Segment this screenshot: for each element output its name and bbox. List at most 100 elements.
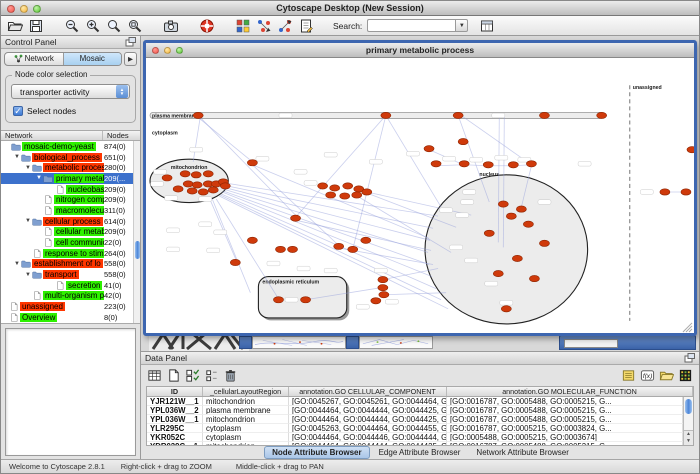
disclosure-triangle-icon[interactable]: ▼	[13, 154, 21, 160]
graph-edge[interactable]	[353, 115, 386, 249]
edit-network-a-icon[interactable]	[256, 18, 272, 34]
table-scrollbar-thumb[interactable]	[685, 399, 692, 414]
network-name[interactable]: primary metabo	[54, 174, 104, 183]
graph-node[interactable]	[681, 189, 691, 195]
network-canvas[interactable]: plasma membrane cytoplasm mitochondrion …	[146, 58, 694, 333]
attribute-row[interactable]: YPL036W__1mitochondrion[GO:0044464, GO:0…	[147, 415, 683, 424]
network-tree-row[interactable]: unassigned223(0)	[1, 301, 140, 312]
cell-molecular-function[interactable]: [GO:0005488, GO:0005215, GO:0003674]	[447, 433, 683, 442]
column-network[interactable]: Network	[1, 131, 103, 140]
graph-node[interactable]	[539, 112, 549, 118]
network-name[interactable]: mosaic-demo-yeast	[22, 142, 96, 151]
disclosure-triangle-icon[interactable]: ▼	[35, 175, 43, 181]
view-close-button[interactable]	[152, 47, 159, 54]
graph-node[interactable]	[483, 162, 493, 168]
network-name[interactable]: unassigned	[20, 302, 65, 311]
node-color-dropdown[interactable]: transporter activity ▲▼	[11, 84, 130, 99]
cell-id[interactable]: YKR052C	[147, 433, 203, 442]
network-name[interactable]: cellular metabol	[54, 227, 104, 236]
graph-node[interactable]	[230, 259, 240, 265]
network-tree-row[interactable]: cellular metabol209(0)	[1, 227, 140, 238]
graph-edge[interactable]	[198, 117, 252, 161]
network-tree-row[interactable]: Overview8(0)	[1, 312, 140, 323]
network-tree-row[interactable]: nucleobase-209(0)	[1, 184, 140, 195]
graph-node[interactable]	[326, 192, 336, 198]
network-tree-row[interactable]: response to stimul264(0)	[1, 248, 140, 259]
scrollbar-arrows-icon[interactable]: ▲▼	[684, 430, 693, 445]
graph-node[interactable]	[529, 275, 539, 281]
graph-node[interactable]	[198, 189, 208, 195]
graph-node[interactable]	[453, 112, 463, 118]
zoom-selected-icon[interactable]	[106, 18, 122, 34]
save-session-icon[interactable]	[28, 18, 44, 34]
cell-cellular-component[interactable]: [GO:0045267, GO:0045261, GO:0044464, G..…	[289, 397, 447, 406]
tree-scrollbar[interactable]	[133, 141, 140, 323]
background-window-fragment[interactable]	[252, 336, 346, 349]
graph-node[interactable]	[526, 161, 536, 167]
graph-node[interactable]	[273, 297, 283, 303]
graph-node[interactable]	[301, 297, 311, 303]
delete-attribute-icon[interactable]	[223, 368, 238, 383]
graph-node[interactable]	[516, 206, 526, 212]
column-header-id[interactable]: ID	[147, 387, 203, 396]
graph-node[interactable]	[597, 112, 607, 118]
graph-node[interactable]	[348, 246, 358, 252]
network-tree-row[interactable]: nitrogen compo209(0)	[1, 194, 140, 205]
graph-node[interactable]	[378, 276, 388, 282]
graph-node[interactable]	[523, 221, 533, 227]
new-attribute-icon[interactable]	[166, 368, 181, 383]
graph-node[interactable]	[362, 189, 372, 195]
graph-node[interactable]	[424, 146, 434, 152]
search-input[interactable]	[367, 19, 455, 32]
graph-node[interactable]	[275, 246, 285, 252]
graph-node[interactable]	[180, 171, 190, 177]
table-scrollbar[interactable]: ▲▼	[683, 397, 693, 445]
cell-region[interactable]: mitochondrion	[203, 415, 289, 424]
cell-region[interactable]: cytoplasm	[203, 433, 289, 442]
tab-overflow-arrow-icon[interactable]: ▶	[124, 52, 137, 66]
cell-id[interactable]: YPL036W__1	[147, 415, 203, 424]
network-name[interactable]: cellular process	[43, 217, 103, 226]
float-panel-icon[interactable]	[684, 353, 695, 363]
search-dropdown-arrow-icon[interactable]: ▼	[455, 19, 468, 32]
column-header-cellular-component[interactable]: annotation.GO CELLULAR_COMPONENT	[289, 387, 447, 396]
network-name[interactable]: metabolic process	[43, 163, 104, 172]
graph-edge[interactable]	[223, 191, 429, 265]
minimize-button[interactable]	[20, 5, 28, 13]
network-name[interactable]: macromolecule	[54, 206, 104, 215]
cell-cellular-component[interactable]: [GO:0044464, GO:0044444, GO:0044425, G..…	[289, 415, 447, 424]
unselect-attributes-icon[interactable]	[204, 368, 219, 383]
graph-node[interactable]	[484, 230, 494, 236]
network-tree-row[interactable]: secretion41(0)	[1, 280, 140, 291]
network-name[interactable]: nucleobase-	[66, 185, 104, 194]
column-header-molecular-function[interactable]: annotation.GO MOLECULAR_FUNCTION	[447, 387, 693, 396]
cell-molecular-function[interactable]: [GO:0016787, GO:0005488, GO:0005215, G..…	[447, 415, 683, 424]
graph-node[interactable]	[498, 201, 508, 207]
attribute-matrix-icon[interactable]	[678, 368, 693, 383]
graph-node[interactable]	[247, 160, 257, 166]
select-nodes-checkbox[interactable]: ✓	[13, 106, 23, 116]
graph-node[interactable]	[220, 183, 230, 189]
network-name[interactable]: transport	[43, 270, 79, 279]
disclosure-triangle-icon[interactable]: ▼	[13, 261, 21, 267]
disclosure-triangle-icon[interactable]: ▼	[24, 165, 32, 171]
graph-node[interactable]	[506, 213, 516, 219]
graph-node[interactable]	[173, 186, 183, 192]
birdseye-view-panel[interactable]	[5, 328, 136, 456]
network-name[interactable]: establishment of lo	[32, 259, 103, 268]
cell-id[interactable]: YDR039C__1	[147, 442, 203, 446]
graph-node[interactable]	[187, 188, 197, 194]
view-minimize-button[interactable]	[164, 47, 171, 54]
graph-node[interactable]	[493, 270, 503, 276]
network-name[interactable]: multi-organism pro	[43, 291, 104, 300]
column-nodes[interactable]: Nodes	[103, 131, 140, 140]
attribute-row[interactable]: YPL036W__2plasma membrane[GO:0044464, GO…	[147, 406, 683, 415]
cell-cellular-component[interactable]: [GO:0044464, GO:0044444, GO:0044425, G..…	[289, 442, 447, 446]
attribute-pad-icon[interactable]	[621, 368, 636, 383]
graph-node[interactable]	[193, 112, 203, 118]
tree-scrollbar-thumb[interactable]	[135, 241, 140, 259]
background-window-fragment[interactable]	[359, 336, 433, 349]
network-tree-row[interactable]: mosaic-demo-yeast874(0)	[1, 141, 140, 152]
import-attributes-icon[interactable]	[659, 368, 674, 383]
network-name[interactable]: Overview	[20, 313, 57, 322]
